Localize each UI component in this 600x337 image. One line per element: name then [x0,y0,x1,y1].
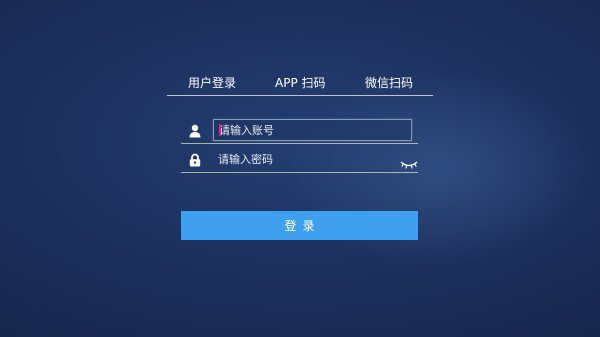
username-field [181,118,418,144]
login-method-tabs: 用户登录 APP 扫码 微信扫码 [167,72,433,96]
password-field [181,147,418,173]
lock-icon [189,152,201,167]
text-cursor [219,124,221,136]
tab-wechat-scan[interactable]: 微信扫码 [365,76,413,90]
login-button[interactable]: 登录 [181,211,418,240]
tab-account-login[interactable]: 用户登录 [188,76,236,90]
tab-app-scan[interactable]: APP 扫码 [275,76,326,90]
username-input[interactable] [213,119,412,141]
password-input[interactable] [213,148,383,170]
eye-closed-icon[interactable] [400,155,418,169]
user-icon [189,123,201,138]
